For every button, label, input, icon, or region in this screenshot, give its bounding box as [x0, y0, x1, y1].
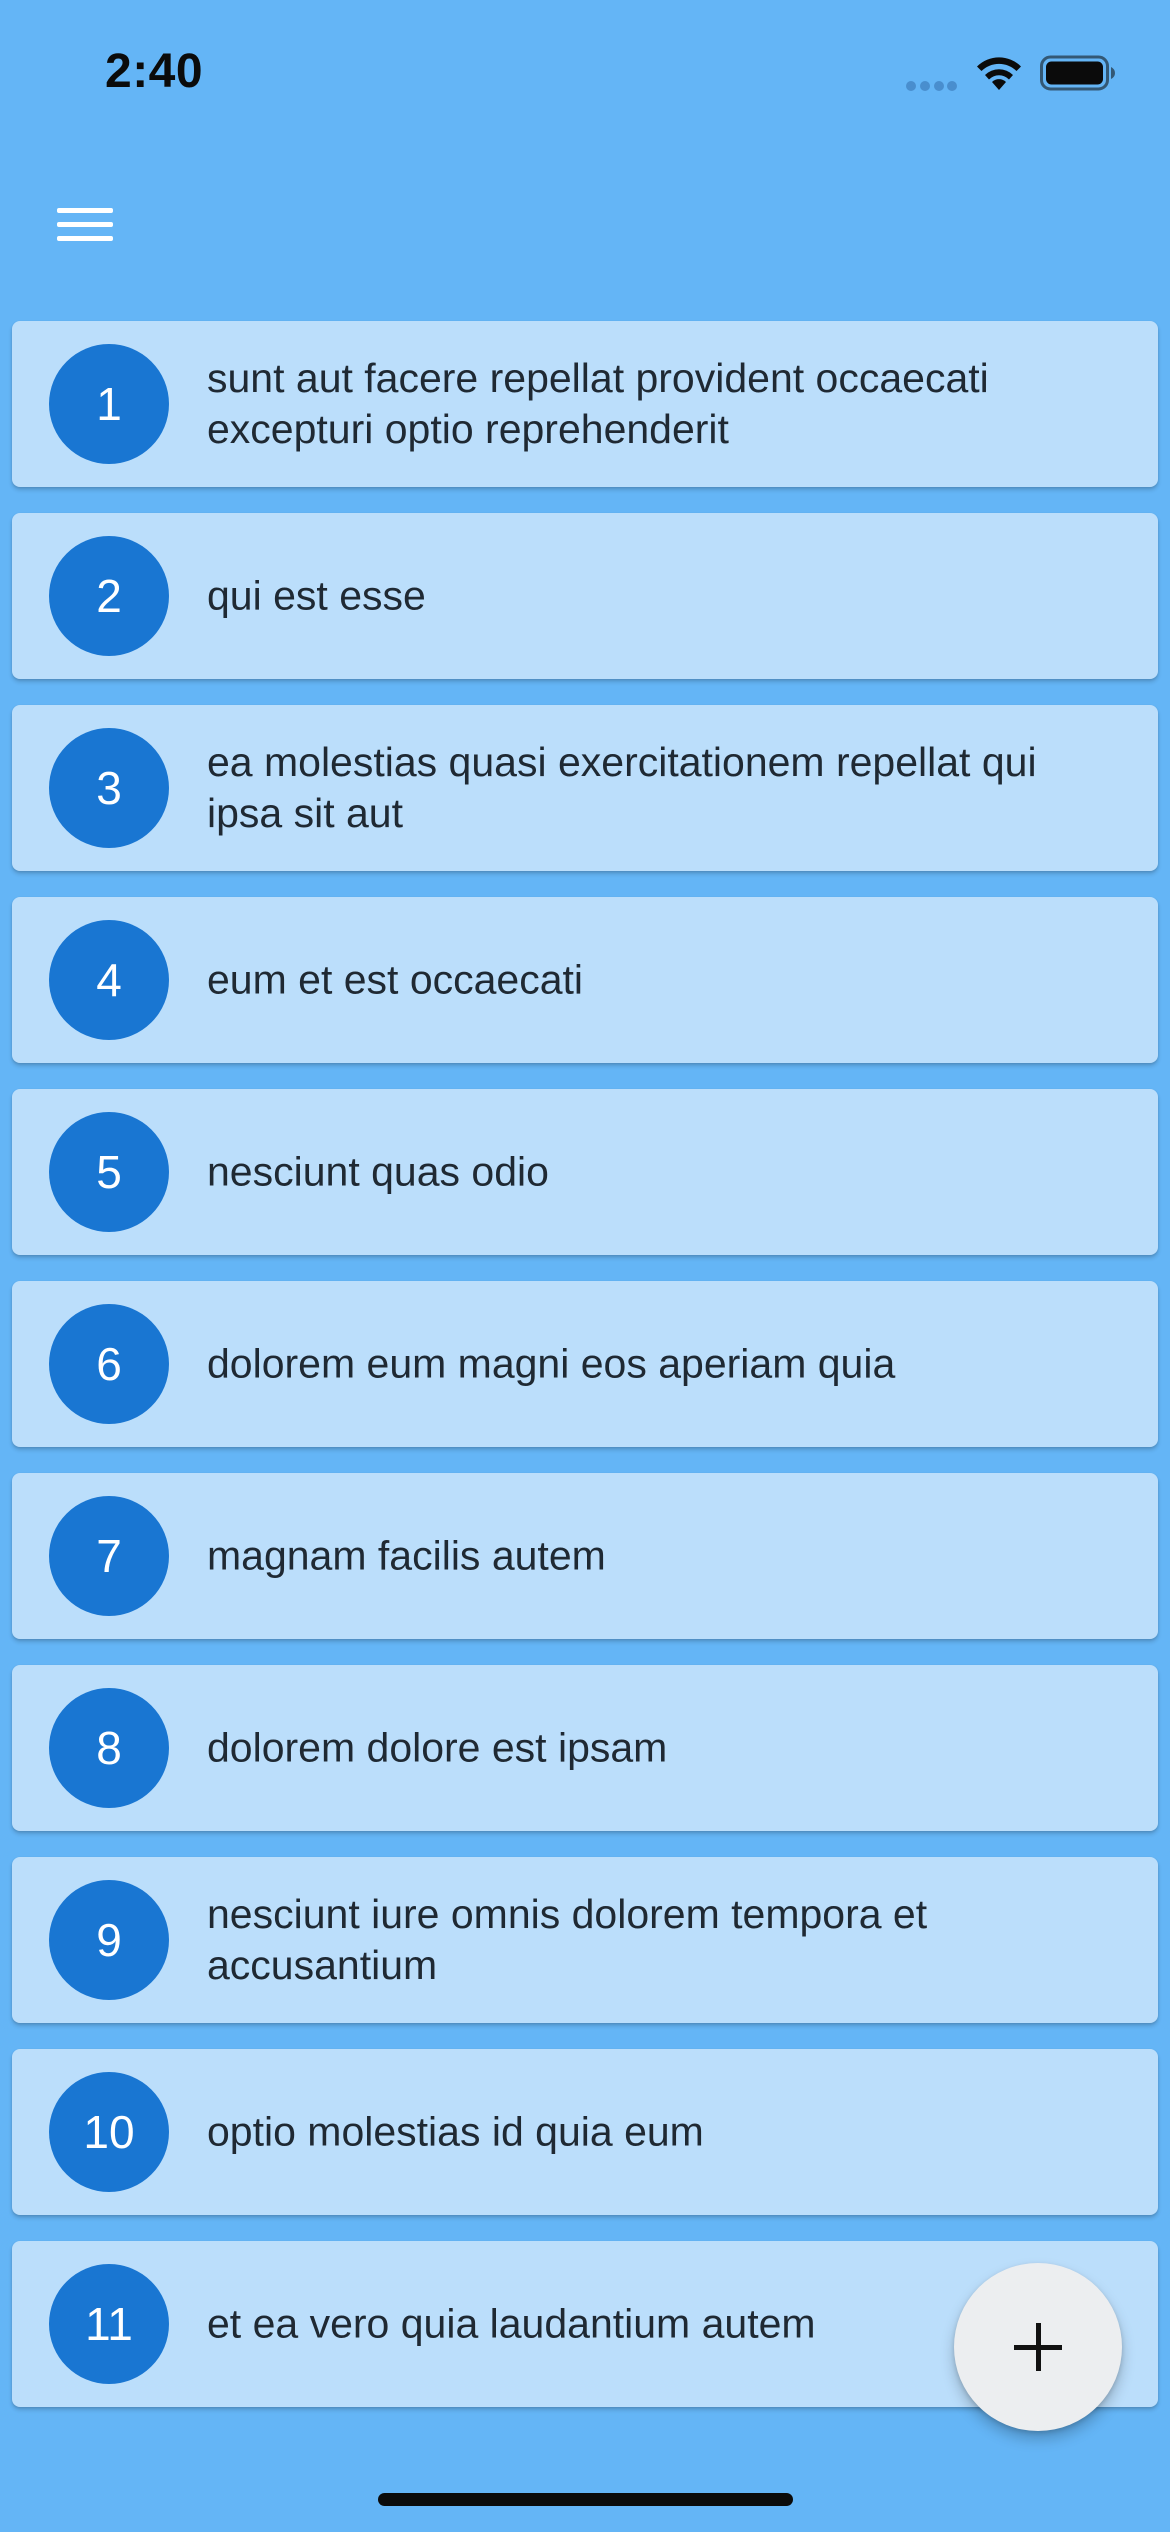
home-indicator [378, 2493, 793, 2506]
battery-icon [1040, 55, 1115, 91]
status-time: 2:40 [105, 45, 204, 98]
post-number-avatar: 9 [49, 1880, 169, 2000]
wifi-icon [977, 57, 1021, 90]
post-title: qui est esse [207, 572, 426, 619]
post-card[interactable]: 6 dolorem eum magni eos aperiam quia [12, 1281, 1158, 1447]
post-title: nesciunt quas odio [207, 1148, 549, 1195]
post-number-avatar: 2 [49, 536, 169, 656]
post-number-avatar: 8 [49, 1688, 169, 1808]
post-title: dolorem dolore est ipsam [207, 1724, 668, 1771]
post-title: sunt aut facere repellat provident occae… [207, 355, 989, 452]
post-number-avatar: 5 [49, 1112, 169, 1232]
post-card[interactable]: 9 nesciunt iure omnis dolorem tempora et … [12, 1857, 1158, 2023]
signal-icon [906, 81, 957, 91]
status-bar: 2:40 [0, 0, 1170, 150]
post-card[interactable]: 7 magnam facilis autem [12, 1473, 1158, 1639]
post-number-avatar: 6 [49, 1304, 169, 1424]
post-card[interactable]: 10 optio molestias id quia eum [12, 2049, 1158, 2215]
post-title: optio molestias id quia eum [207, 2108, 704, 2155]
app-bar [0, 150, 1170, 296]
post-number-avatar: 10 [49, 2072, 169, 2192]
post-title: nesciunt iure omnis dolorem tempora et a… [207, 1891, 928, 1988]
add-post-button[interactable] [954, 2263, 1122, 2431]
post-number-avatar: 3 [49, 728, 169, 848]
post-number-avatar: 7 [49, 1496, 169, 1616]
post-card[interactable]: 8 dolorem dolore est ipsam [12, 1665, 1158, 1831]
menu-button[interactable] [40, 190, 130, 260]
menu-icon [57, 205, 113, 245]
post-title: ea molestias quasi exercitationem repell… [207, 739, 1037, 836]
post-title: magnam facilis autem [207, 1532, 606, 1579]
post-card[interactable]: 4 eum et est occaecati [12, 897, 1158, 1063]
post-number-avatar: 11 [49, 2264, 169, 2384]
post-title: eum et est occaecati [207, 956, 584, 1003]
post-card[interactable]: 2 qui est esse [12, 513, 1158, 679]
post-number-avatar: 1 [49, 344, 169, 464]
plus-icon [1014, 2323, 1062, 2371]
post-card[interactable]: 1 sunt aut facere repellat provident occa… [12, 321, 1158, 487]
post-number-avatar: 4 [49, 920, 169, 1040]
post-card[interactable]: 3 ea molestias quasi exercitationem repel… [12, 705, 1158, 871]
post-list: 1 sunt aut facere repellat provident occa… [12, 321, 1158, 2433]
post-title: dolorem eum magni eos aperiam quia [207, 1340, 896, 1387]
post-card[interactable]: 5 nesciunt quas odio [12, 1089, 1158, 1255]
